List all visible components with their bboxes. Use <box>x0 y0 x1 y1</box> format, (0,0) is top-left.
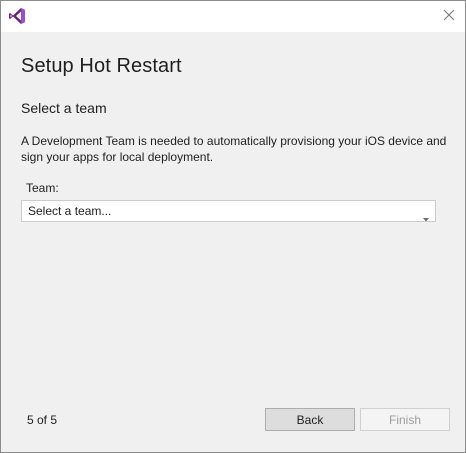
section-heading: Select a team <box>21 100 107 116</box>
chevron-down-icon <box>423 209 429 222</box>
close-button[interactable] <box>433 1 465 32</box>
step-indicator: 5 of 5 <box>27 413 58 427</box>
setup-dialog: Setup Hot Restart Select a team A Develo… <box>0 0 466 453</box>
description-text: A Development Team is needed to automati… <box>21 134 447 164</box>
title-bar <box>1 1 465 32</box>
visual-studio-logo-icon <box>8 7 26 25</box>
close-icon <box>443 8 455 26</box>
dialog-content: Setup Hot Restart Select a team A Develo… <box>1 32 465 452</box>
team-label: Team: <box>26 181 59 195</box>
team-select-value: Select a team... <box>28 204 112 218</box>
finish-button[interactable]: Finish <box>360 408 450 431</box>
team-select-dropdown[interactable]: Select a team... <box>21 200 436 222</box>
back-button[interactable]: Back <box>265 408 355 431</box>
page-title: Setup Hot Restart <box>21 55 182 77</box>
